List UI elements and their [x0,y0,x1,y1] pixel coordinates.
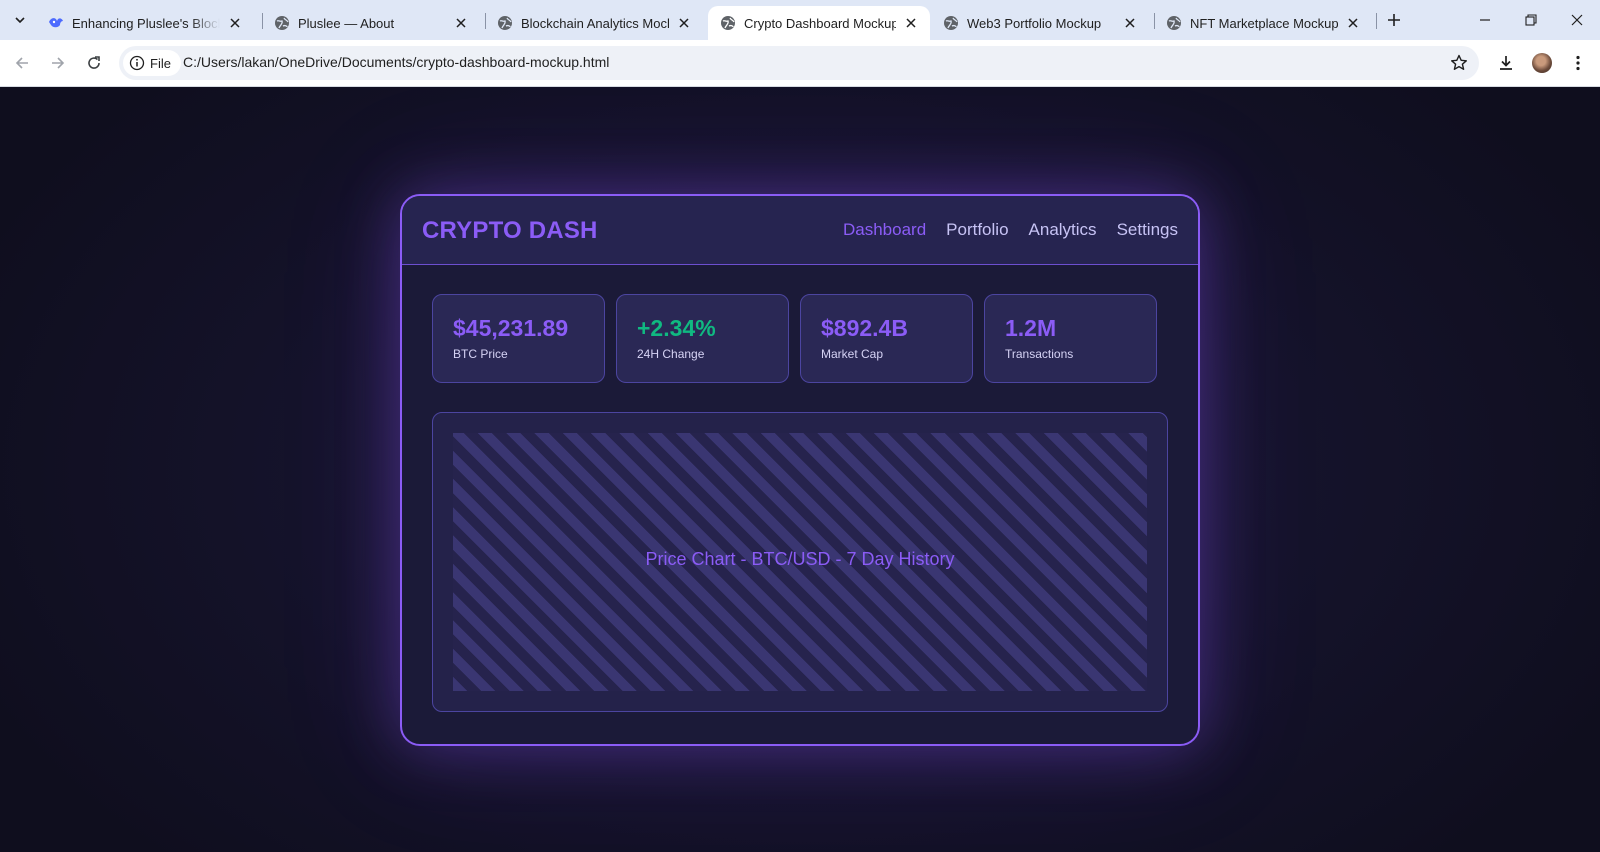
tab-enhancing-pluslee[interactable]: Enhancing Pluslee's Blockcha [36,6,254,40]
tab-pluslee-about[interactable]: Pluslee — About [262,6,480,40]
close-tab-icon[interactable] [1121,14,1139,32]
download-icon [1500,56,1512,70]
tab-title: Pluslee — About [298,15,395,31]
globe-icon [943,15,959,31]
page-viewport: CRYPTO DASH Dashboard Portfolio Analytic… [0,87,1600,852]
close-tab-icon[interactable] [226,14,244,32]
stat-value: +2.34% [637,315,716,341]
close-tab-icon[interactable] [675,14,693,32]
nav-link-analytics[interactable]: Analytics [1029,220,1097,240]
tab-blockchain-analytics[interactable]: Blockchain Analytics Mockup [485,6,703,40]
globe-icon [497,15,513,31]
price-chart-placeholder: Price Chart - BTC/USD - 7 Day History [453,433,1147,691]
nav-link-dashboard[interactable]: Dashboard [843,220,926,240]
reload-icon [88,56,100,69]
minimize-icon [1480,19,1490,21]
downloads-button[interactable] [1492,49,1520,77]
stat-value: 1.2M [1005,315,1057,341]
plus-icon [1388,14,1400,26]
dashboard-nav: Dashboard Portfolio Analytics Settings [843,220,1198,240]
arrow-left-icon [15,57,28,69]
close-tab-icon[interactable] [1344,14,1362,32]
tab-title: Web3 Portfolio Mockup [967,15,1102,31]
tab-title: NFT Marketplace Mockup [1190,15,1338,31]
tab-title: Crypto Dashboard Mockup [744,15,896,31]
nav-link-settings[interactable]: Settings [1117,220,1178,240]
info-icon [129,55,145,71]
close-tab-icon[interactable] [902,14,920,32]
url-text[interactable]: C:/Users/lakan/OneDrive/Documents/crypto… [183,54,609,70]
tab-nft-marketplace[interactable]: NFT Marketplace Mockup [1154,6,1372,40]
new-tab-button[interactable] [1383,9,1405,31]
site-info-label: File [150,55,171,71]
tab-title: Enhancing Pluslee's Blockcha [72,15,220,31]
stat-card-24h-change: +2.34% 24H Change [616,294,789,383]
restore-button[interactable] [1508,0,1554,40]
globe-icon [274,15,290,31]
stat-value: $892.4B [821,315,908,341]
forward-button[interactable] [44,49,72,77]
bookmark-star-icon[interactable] [1449,53,1469,73]
stat-label: BTC Price [453,347,508,361]
restore-icon [1525,14,1537,26]
site-info-chip[interactable]: File [123,50,181,76]
stat-value: $45,231.89 [453,315,569,341]
tab-title: Blockchain Analytics Mockup [521,15,669,31]
globe-icon [1166,15,1182,31]
dashboard-panel: CRYPTO DASH Dashboard Portfolio Analytic… [400,194,1200,746]
back-button[interactable] [8,49,36,77]
brand-logo[interactable]: CRYPTO DASH [422,217,598,245]
browser-menu-button[interactable] [1566,49,1590,77]
tab-web3-portfolio[interactable]: Web3 Portfolio Mockup [931,6,1149,40]
pluslee-logo-icon [48,15,64,31]
reload-button[interactable] [80,49,108,77]
stat-label: Market Cap [821,347,884,361]
stat-card-market-cap: $892.4B Market Cap [800,294,973,383]
chevron-down-icon [15,17,25,24]
address-bar[interactable]: File C:/Users/lakan/OneDrive/Documents/c… [119,46,1479,80]
more-vertical-icon [1576,55,1580,71]
profile-avatar[interactable] [1532,53,1552,73]
globe-icon [720,15,736,31]
chart-placeholder-label: Price Chart - BTC/USD - 7 Day History [645,549,955,569]
tab-crypto-dashboard[interactable]: Crypto Dashboard Mockup [708,6,930,40]
tab-divider [1376,13,1377,29]
stat-card-btc-price: $45,231.89 BTC Price [432,294,605,383]
nav-link-portfolio[interactable]: Portfolio [946,220,1008,240]
stat-label: Transactions [1005,347,1074,361]
tab-search-button[interactable] [6,6,34,34]
tab-strip: Enhancing Pluslee's Blockcha Pluslee — A… [0,0,1600,40]
close-window-button[interactable] [1554,0,1600,40]
stat-card-transactions: 1.2M Transactions [984,294,1157,383]
minimize-button[interactable] [1462,0,1508,40]
close-tab-icon[interactable] [452,14,470,32]
stat-label: 24H Change [637,347,705,361]
arrow-right-icon [52,57,65,69]
browser-toolbar: File C:/Users/lakan/OneDrive/Documents/c… [0,40,1600,87]
price-chart-panel: Price Chart - BTC/USD - 7 Day History [432,412,1168,712]
close-icon [1571,14,1583,26]
dashboard-header: CRYPTO DASH Dashboard Portfolio Analytic… [402,196,1198,265]
